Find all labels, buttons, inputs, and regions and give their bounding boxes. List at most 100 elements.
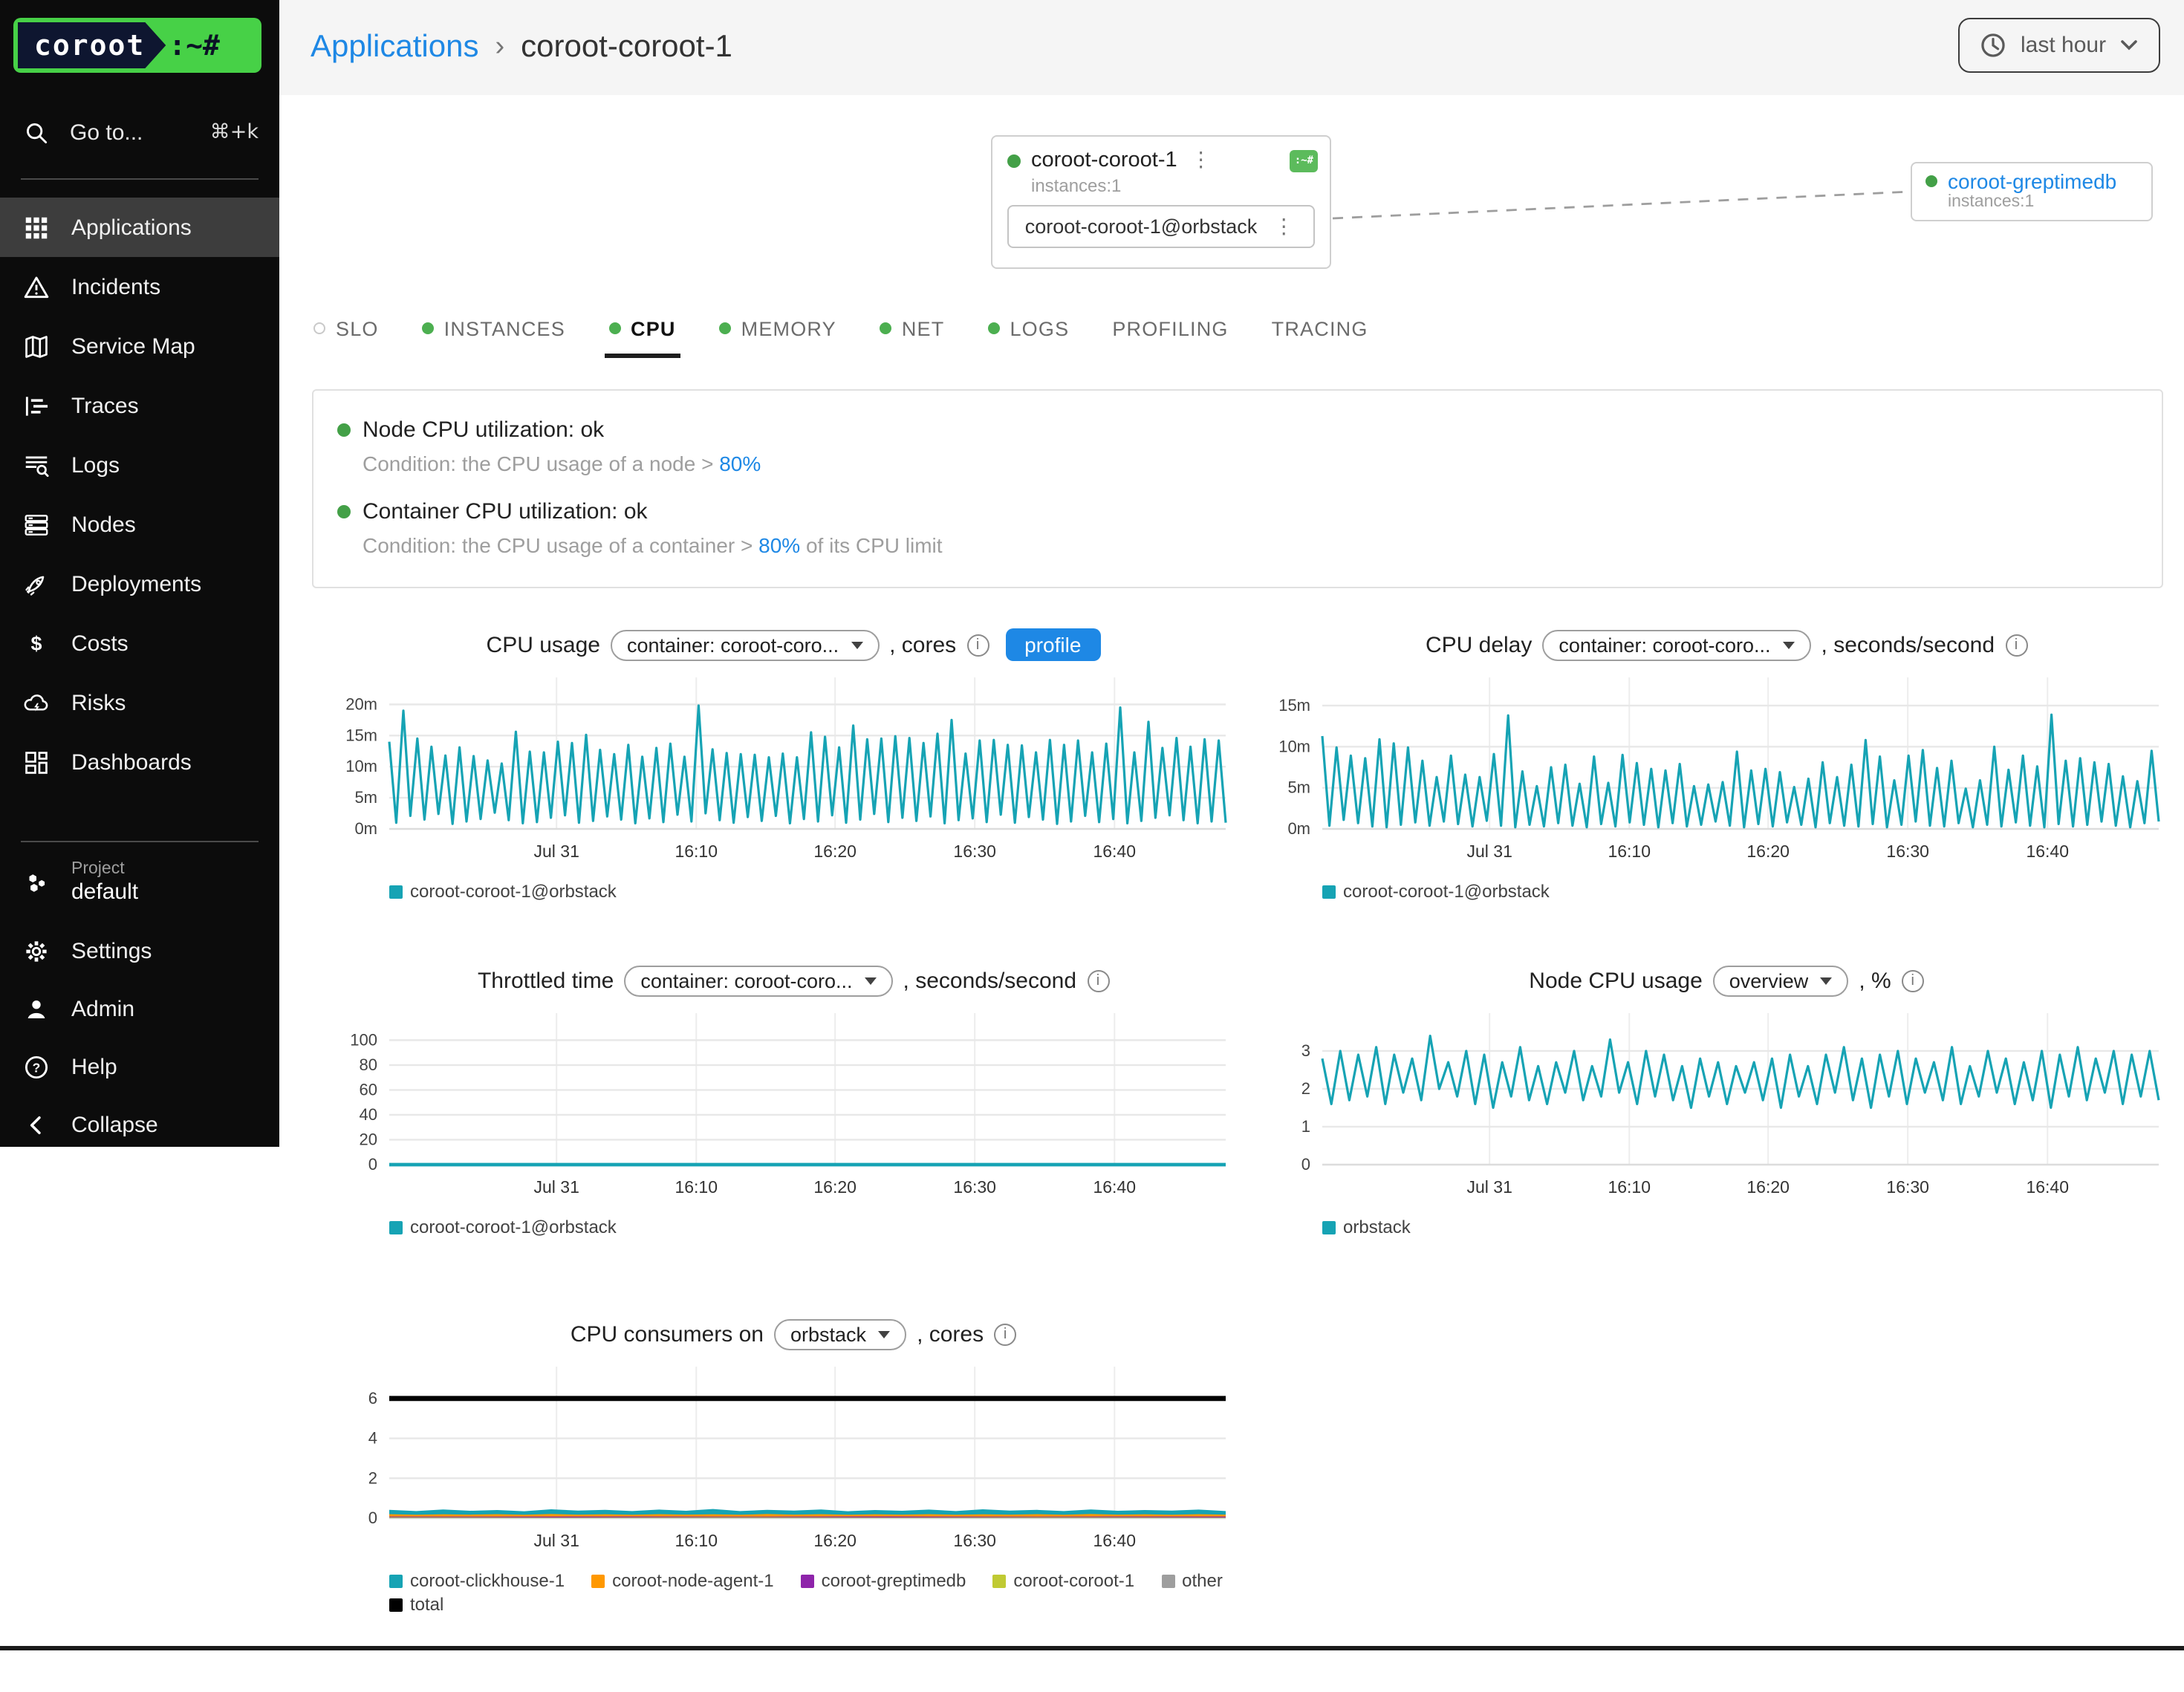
- legend-item-coroot-coroot-1-orbstack[interactable]: coroot-coroot-1@orbstack: [389, 1217, 617, 1237]
- svg-text:16:40: 16:40: [2026, 842, 2069, 861]
- node-cpu-usage-chart: Node CPU usageoverview, %iJul 3116:1016:…: [1260, 963, 2184, 1237]
- sidebar-item-nodes[interactable]: Nodes: [0, 495, 279, 554]
- legend-item-coroot-clickhouse-1[interactable]: coroot-clickhouse-1: [389, 1570, 565, 1591]
- metric-selector-dropdown[interactable]: container: coroot-coro...: [624, 965, 892, 996]
- condition-text: Condition: the CPU usage of a container …: [363, 533, 758, 557]
- cpu-delay-chart: CPU delaycontainer: coroot-coro..., seco…: [1260, 627, 2184, 902]
- cpu-consumers-chart: CPU consumers onorbstack, coresiJul 3116…: [327, 1316, 1260, 1615]
- legend-item-coroot-coroot-1-orbstack[interactable]: coroot-coroot-1@orbstack: [389, 881, 617, 902]
- chart-legend: coroot-coroot-1@orbstack: [389, 1217, 1260, 1237]
- info-icon[interactable]: i: [1087, 969, 1109, 992]
- condition-threshold[interactable]: 80%: [758, 533, 800, 557]
- metric-selector-dropdown[interactable]: container: coroot-coro...: [611, 629, 879, 660]
- kebab-menu-icon[interactable]: ⋮: [1188, 150, 1215, 171]
- tab-cpu[interactable]: CPU: [607, 311, 677, 345]
- info-icon[interactable]: i: [2005, 634, 2027, 656]
- tab-status-dot: [608, 322, 620, 334]
- chart-title: CPU consumers onorbstack, coresi: [327, 1316, 1260, 1352]
- cloud-bolt-icon: [21, 688, 51, 718]
- sidebar-item-label: Incidents: [71, 274, 160, 299]
- svg-text:Jul 31: Jul 31: [1467, 1177, 1512, 1197]
- time-range-picker[interactable]: last hour: [1958, 18, 2160, 73]
- sidebar-item-help[interactable]: ?Help: [0, 1038, 279, 1096]
- tab-net[interactable]: NET: [878, 311, 946, 345]
- breadcrumb-applications-link[interactable]: Applications: [311, 30, 478, 65]
- check-title-row: Node CPU utilization: ok: [337, 413, 2138, 446]
- sidebar-item-service-map[interactable]: Service Map: [0, 316, 279, 376]
- peer-app-link[interactable]: coroot-greptimedb: [1948, 169, 2116, 193]
- coroot-logo[interactable]: coroot :~#: [13, 18, 261, 73]
- svg-text:16:20: 16:20: [813, 1177, 857, 1197]
- sidebar-item-risks[interactable]: Risks: [0, 673, 279, 732]
- sidebar-item-traces[interactable]: Traces: [0, 376, 279, 435]
- tab-label: TRACING: [1272, 317, 1368, 339]
- sidebar-item-logs[interactable]: Logs: [0, 435, 279, 495]
- breadcrumb: Applications › coroot-coroot-1: [311, 0, 732, 95]
- tab-memory[interactable]: MEMORY: [718, 311, 838, 345]
- legend-item-orbstack[interactable]: orbstack: [1322, 1217, 1411, 1237]
- chevron-down-icon: [2119, 36, 2137, 54]
- person-icon: [21, 995, 51, 1024]
- condition-threshold[interactable]: 80%: [719, 452, 761, 475]
- legend-item-coroot-node-agent-1[interactable]: coroot-node-agent-1: [591, 1570, 774, 1591]
- caret-down-icon: [851, 641, 862, 648]
- sidebar-item-settings[interactable]: Settings: [0, 923, 279, 980]
- legend-swatch: [389, 1598, 403, 1611]
- legend-item-coroot-greptimedb[interactable]: coroot-greptimedb: [801, 1570, 966, 1591]
- sidebar-item-incidents[interactable]: Incidents: [0, 257, 279, 316]
- legend-item-other[interactable]: other: [1161, 1570, 1223, 1591]
- sidebar-item-admin[interactable]: Admin: [0, 980, 279, 1038]
- project-selector[interactable]: Project default: [0, 859, 279, 908]
- svg-text:3: 3: [1301, 1041, 1310, 1060]
- info-icon[interactable]: i: [994, 1323, 1016, 1345]
- traces-icon: [21, 391, 51, 420]
- chart-title-suffix: , seconds/second: [1821, 632, 1995, 657]
- info-icon[interactable]: i: [1902, 969, 1924, 992]
- metric-selector-dropdown[interactable]: orbstack: [774, 1318, 906, 1350]
- nodes-icon: [21, 510, 51, 539]
- legend-label: coroot-node-agent-1: [612, 1570, 774, 1591]
- tab-status-dot: [422, 322, 434, 334]
- metric-selector-dropdown[interactable]: overview: [1713, 965, 1849, 996]
- metric-selector-dropdown[interactable]: container: coroot-coro...: [1542, 629, 1810, 660]
- legend-item-coroot-coroot-1-orbstack[interactable]: coroot-coroot-1@orbstack: [1322, 881, 1550, 902]
- dropdown-value: orbstack: [790, 1323, 866, 1345]
- legend-item-total[interactable]: total: [389, 1594, 443, 1615]
- sidebar-item-label: Collapse: [71, 1113, 158, 1138]
- svg-text:6: 6: [368, 1389, 377, 1408]
- tab-tracing[interactable]: TRACING: [1270, 311, 1370, 345]
- chart-legend: coroot-clickhouse-1 coroot-node-agent-1 co…: [389, 1570, 1260, 1591]
- search-icon: [21, 117, 51, 147]
- instance-box[interactable]: coroot-coroot-1@orbstack ⋮: [1007, 205, 1315, 248]
- sidebar-item-applications[interactable]: Applications: [0, 198, 279, 257]
- legend-label: coroot-coroot-1@orbstack: [410, 1217, 617, 1237]
- project-label: Project: [71, 859, 138, 880]
- tab-slo[interactable]: SLO: [312, 311, 380, 345]
- sidebar-item-label: Nodes: [71, 512, 136, 537]
- sidebar-item-costs[interactable]: $Costs: [0, 614, 279, 673]
- condition-text: Condition: the CPU usage of a node >: [363, 452, 719, 475]
- tab-profiling[interactable]: PROFILING: [1111, 311, 1229, 345]
- tab-logs[interactable]: LOGS: [986, 311, 1070, 345]
- svg-text:2: 2: [1301, 1079, 1310, 1098]
- legend-swatch: [389, 885, 403, 898]
- sidebar-item-deployments[interactable]: Deployments: [0, 554, 279, 614]
- dropdown-value: overview: [1729, 969, 1809, 992]
- info-icon[interactable]: i: [966, 634, 989, 656]
- tab-instances[interactable]: INSTANCES: [420, 311, 567, 345]
- sidebar-item-collapse[interactable]: Collapse: [0, 1096, 279, 1154]
- profile-button[interactable]: profile: [1005, 628, 1100, 661]
- sidebar-item-label: Settings: [71, 939, 152, 964]
- node-cpu-usage-chart-plot: Jul 3116:1016:2016:3016:400123: [1260, 998, 2184, 1206]
- legend-label: coroot-coroot-1@orbstack: [1343, 881, 1550, 902]
- svg-text:Jul 31: Jul 31: [534, 1531, 579, 1550]
- svg-text:16:30: 16:30: [1886, 1177, 1929, 1197]
- status-dot-green: [337, 423, 351, 436]
- hexagons-icon: [21, 868, 51, 898]
- chart-title: CPU delaycontainer: coroot-coro..., seco…: [1260, 627, 2184, 663]
- kebab-menu-icon[interactable]: ⋮: [1270, 216, 1297, 237]
- legend-item-coroot-coroot-1[interactable]: coroot-coroot-1: [992, 1570, 1134, 1591]
- goto-search[interactable]: Go to... ⌘+k: [21, 113, 259, 152]
- svg-text:4: 4: [368, 1429, 377, 1448]
- sidebar-item-dashboards[interactable]: Dashboards: [0, 732, 279, 792]
